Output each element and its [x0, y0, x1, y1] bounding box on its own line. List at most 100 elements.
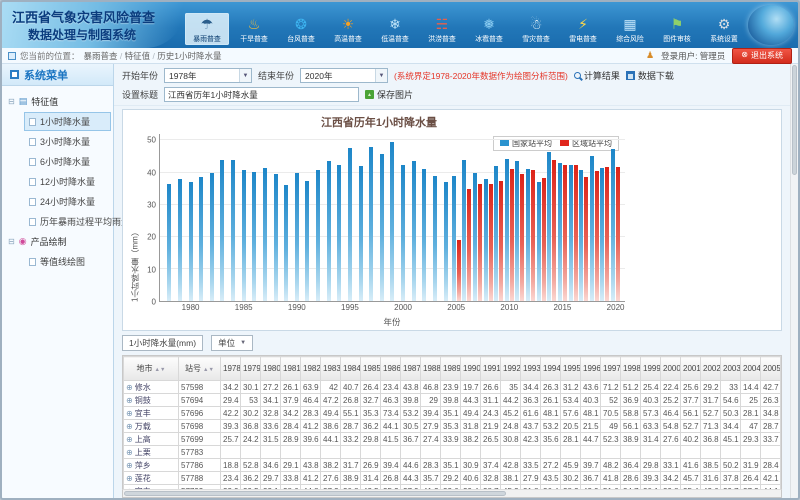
- toolbar-item-flood[interactable]: ☵洪涝普查: [420, 13, 464, 45]
- breadcrumb-item[interactable]: 历史1小时降水量: [157, 51, 221, 61]
- toolbar-item-lightning[interactable]: ⚡雷电普查: [561, 13, 605, 45]
- bar-national-1978: [167, 184, 171, 301]
- bar-national-1999: [390, 142, 394, 301]
- table-header-year-1978[interactable]: 1978: [221, 357, 241, 381]
- table-header-year-2006[interactable]: 2006: [781, 357, 783, 381]
- bar-national-1989: [284, 185, 288, 301]
- value-cell: 33.9: [441, 433, 461, 446]
- table-header-year-1997[interactable]: 1997: [601, 357, 621, 381]
- expand-row-icon[interactable]: ⊕: [126, 435, 133, 444]
- measure-select[interactable]: 1小时降水量(mm): [122, 335, 203, 351]
- breadcrumb-item[interactable]: 暴雨普查: [84, 51, 118, 61]
- value-cell: 57.6: [561, 407, 581, 420]
- table-header-year-2002[interactable]: 2002: [701, 357, 721, 381]
- toolbar-item-composite-risk[interactable]: ▦综合风险: [608, 13, 652, 45]
- table-header-year-1996[interactable]: 1996: [581, 357, 601, 381]
- set-title-label: 设置标题: [122, 88, 158, 101]
- value-cell: 38.9: [621, 433, 641, 446]
- breadcrumb-item[interactable]: 特征值: [125, 51, 151, 61]
- table-header-year-1984[interactable]: 1984: [341, 357, 361, 381]
- bar-national-2015: [558, 163, 562, 301]
- table-header-year-1987[interactable]: 1987: [401, 357, 421, 381]
- value-cell: 38.1: [501, 472, 521, 485]
- table-header-year-1993[interactable]: 1993: [521, 357, 541, 381]
- table-header-city[interactable]: 地市▲▼: [124, 357, 179, 381]
- table-header-year-1992[interactable]: 1992: [501, 357, 521, 381]
- value-cell: 27.9: [521, 472, 541, 485]
- toolbar-item-map-review[interactable]: ⚑图件审核: [655, 13, 699, 45]
- table-header-year-2000[interactable]: 2000: [661, 357, 681, 381]
- toolbar-item-settings[interactable]: ⚙系统设置: [702, 13, 746, 45]
- table-header-year-2001[interactable]: 2001: [681, 357, 701, 381]
- table-header-year-1990[interactable]: 1990: [461, 357, 481, 381]
- toolbar-item-hail[interactable]: ❅冰雹普查: [467, 13, 511, 45]
- value-cell: 14.4: [741, 381, 761, 394]
- table-header-year-1981[interactable]: 1981: [281, 357, 301, 381]
- vertical-scrollbar-thumb[interactable]: [792, 65, 797, 175]
- sidebar-item-12小时降水量[interactable]: 12小时降水量: [24, 172, 111, 191]
- horizontal-scrollbar-thumb[interactable]: [124, 491, 506, 496]
- sidebar-item-等值线绘图[interactable]: 等值线绘图: [24, 252, 111, 271]
- expand-row-icon[interactable]: ⊕: [126, 396, 133, 405]
- horizontal-scrollbar[interactable]: [122, 489, 782, 498]
- table-header-year-1988[interactable]: 1988: [421, 357, 441, 381]
- sidebar-item-6小时降水量[interactable]: 6小时降水量: [24, 152, 111, 171]
- table-header-year-1999[interactable]: 1999: [641, 357, 661, 381]
- expand-row-icon[interactable]: ⊕: [126, 461, 133, 470]
- value-cell: 28.7: [761, 420, 781, 433]
- bar-group-2012: [525, 134, 536, 301]
- bar-regional-2015: [563, 165, 567, 301]
- table-header-year-1998[interactable]: 1998: [621, 357, 641, 381]
- value-cell: 33.6: [261, 420, 281, 433]
- sort-icon[interactable]: ▲▼: [203, 367, 214, 373]
- chart-title-input[interactable]: [164, 87, 359, 102]
- toolbar-item-low-temp[interactable]: ❄低温普查: [373, 13, 417, 45]
- table-header-year-1986[interactable]: 1986: [381, 357, 401, 381]
- sidebar-item-24小时降水量[interactable]: 24小时降水量: [24, 192, 111, 211]
- chart-bars: 198019851990199520002005201020152020: [160, 134, 625, 301]
- value-cell: 29.7: [261, 472, 281, 485]
- unit-select[interactable]: 单位 ▼: [211, 335, 253, 351]
- sidebar-item-历年暴雨过程平均雨量[interactable]: 历年暴雨过程平均雨量: [24, 212, 111, 231]
- table-row: ⊕铜鼓5769429.45334.137.946.447.226.832.746…: [124, 394, 783, 407]
- tree-group-特征值[interactable]: ⊟▤特征值: [4, 92, 111, 111]
- table-header-year-1983[interactable]: 1983: [321, 357, 341, 381]
- expand-row-icon[interactable]: ⊕: [126, 448, 133, 457]
- calc-result-button[interactable]: 计算结果: [574, 69, 620, 82]
- table-header-year-1982[interactable]: 1982: [301, 357, 321, 381]
- table-header-year-1994[interactable]: 1994: [541, 357, 561, 381]
- station-name-cell: ⊕上栗: [124, 446, 179, 459]
- table-header-year-1995[interactable]: 1995: [561, 357, 581, 381]
- toolbar-item-rainstorm[interactable]: ☂暴雨普查: [185, 13, 229, 45]
- sidebar-item-3小时降水量[interactable]: 3小时降水量: [24, 132, 111, 151]
- table-header-year-1979[interactable]: 1979: [241, 357, 261, 381]
- save-image-button[interactable]: 保存图片: [365, 88, 413, 101]
- station-name-cell: ⊕铜鼓: [124, 394, 179, 407]
- table-header-year-2005[interactable]: 2005: [761, 357, 781, 381]
- end-year-select[interactable]: 2020年 ▼: [300, 68, 388, 83]
- table-header-year-2003[interactable]: 2003: [721, 357, 741, 381]
- toolbar-item-typhoon[interactable]: ❂台风普查: [279, 13, 323, 45]
- data-download-button[interactable]: 数据下载: [626, 69, 674, 82]
- start-year-select[interactable]: 1978年 ▼: [164, 68, 252, 83]
- exit-system-button[interactable]: ⊗ 退出系统: [732, 48, 792, 64]
- sort-icon[interactable]: ▲▼: [155, 367, 166, 373]
- expand-icon[interactable]: ⊟: [8, 238, 15, 246]
- table-header-year-1980[interactable]: 1980: [261, 357, 281, 381]
- toolbar-item-snow[interactable]: ☃雪灾普查: [514, 13, 558, 45]
- expand-row-icon[interactable]: ⊕: [126, 383, 133, 392]
- expand-row-icon[interactable]: ⊕: [126, 409, 133, 418]
- table-header-year-1991[interactable]: 1991: [481, 357, 501, 381]
- expand-row-icon[interactable]: ⊕: [126, 422, 133, 431]
- table-header-year-1985[interactable]: 1985: [361, 357, 381, 381]
- table-header-year-1989[interactable]: 1989: [441, 357, 461, 381]
- expand-icon[interactable]: ⊟: [8, 98, 15, 106]
- vertical-scrollbar[interactable]: [790, 64, 798, 498]
- table-header-station[interactable]: 站号▲▼: [179, 357, 221, 381]
- toolbar-item-high-temp[interactable]: ☀高温普查: [326, 13, 370, 45]
- tree-group-产品绘制[interactable]: ⊟◉产品绘制: [4, 232, 111, 251]
- table-header-year-2004[interactable]: 2004: [741, 357, 761, 381]
- toolbar-item-drought[interactable]: ♨干旱普查: [232, 13, 276, 45]
- expand-row-icon[interactable]: ⊕: [126, 474, 133, 483]
- sidebar-item-1小时降水量[interactable]: 1小时降水量: [24, 112, 111, 131]
